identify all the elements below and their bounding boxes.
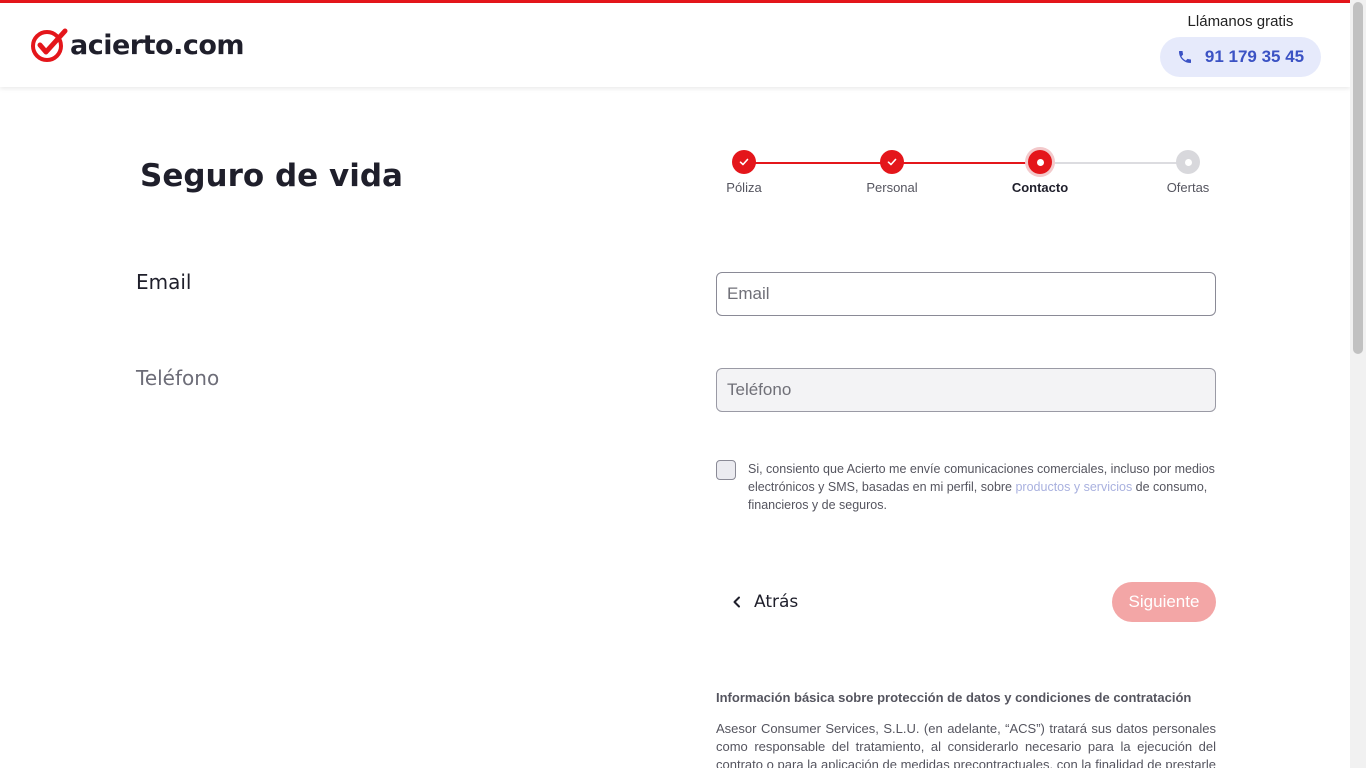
back-button[interactable]: Atrás — [730, 584, 798, 620]
next-button[interactable]: Siguiente — [1112, 582, 1216, 622]
step-label: Póliza — [726, 180, 762, 195]
phone-label: Teléfono — [136, 366, 220, 390]
consent-text: Si, consiento que Acierto me envíe comun… — [748, 460, 1218, 514]
back-button-label: Atrás — [754, 592, 799, 612]
phone-number: 91 179 35 45 — [1204, 47, 1305, 66]
step-label: Personal — [866, 180, 918, 195]
chevron-left-icon — [733, 596, 740, 608]
step-personal: Personal — [847, 150, 937, 195]
call-button[interactable]: 91 179 35 45 — [1160, 37, 1321, 77]
logo[interactable]: acierto.com — [30, 27, 245, 63]
scrollbar-thumb[interactable] — [1353, 2, 1363, 354]
progress-stepper: Póliza Personal Contacto Ofertas — [712, 150, 1222, 210]
step-contacto: Contacto — [995, 150, 1085, 195]
page-title: Seguro de vida — [140, 158, 403, 194]
call-free-label: Llámanos gratis — [1187, 13, 1294, 30]
check-icon — [732, 150, 756, 174]
consent-checkbox[interactable] — [716, 460, 736, 480]
email-input[interactable] — [716, 272, 1216, 316]
current-step-icon — [1028, 150, 1052, 174]
check-logo-icon — [31, 28, 68, 62]
phone-input[interactable] — [716, 368, 1216, 412]
pending-step-icon — [1176, 150, 1200, 174]
step-poliza: Póliza — [699, 150, 789, 195]
step-label: Contacto — [1011, 180, 1069, 195]
phone-icon — [1178, 51, 1191, 63]
step-label: Ofertas — [1166, 180, 1210, 195]
logo-text: acierto.com — [70, 29, 245, 61]
products-services-link[interactable]: productos y servicios — [1015, 480, 1132, 494]
email-label: Email — [136, 270, 192, 294]
step-ofertas: Ofertas — [1143, 150, 1233, 195]
legal-title: Información básica sobre protección de d… — [716, 690, 1192, 705]
site-header: acierto.com Llámanos gratis 91 179 35 45 — [0, 3, 1350, 87]
check-icon — [880, 150, 904, 174]
legal-text: Asesor Consumer Services, S.L.U. (en ade… — [716, 721, 1216, 768]
